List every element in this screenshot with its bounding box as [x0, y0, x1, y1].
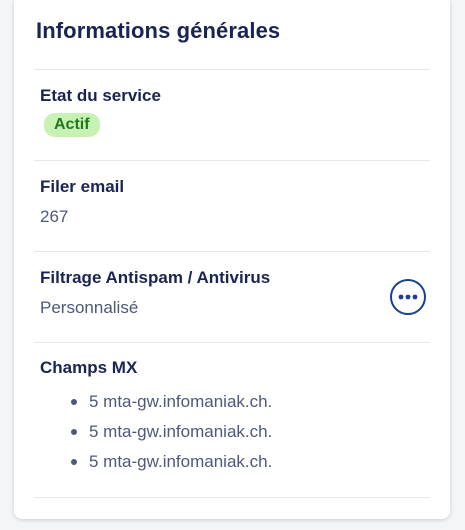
service-state-label: Etat du service [40, 86, 161, 105]
bullet-icon [71, 429, 77, 435]
mx-record-item: 5 mta-gw.infomaniak.ch. [68, 387, 430, 417]
mx-records-list: 5 mta-gw.infomaniak.ch. 5 mta-gw.infoman… [40, 387, 430, 477]
bullet-icon [71, 459, 77, 465]
filer-email-section: Filer email 267 [40, 176, 430, 228]
mx-record-text: 5 mta-gw.infomaniak.ch. [89, 422, 273, 441]
mx-record-text: 5 mta-gw.infomaniak.ch. [89, 392, 273, 411]
filer-email-label: Filer email [40, 177, 125, 196]
status-badge: Actif [44, 113, 100, 137]
mx-record-item: 5 mta-gw.infomaniak.ch. [68, 417, 430, 447]
mx-label: Champs MX [40, 358, 138, 377]
filer-email-value: 267 [40, 207, 69, 226]
antispam-value: Personnalisé [40, 298, 139, 317]
more-horizontal-icon [398, 294, 418, 300]
divider [34, 69, 430, 70]
antispam-label: Filtrage Antispam / Antivirus [40, 268, 271, 287]
mx-record-text: 5 mta-gw.infomaniak.ch. [89, 452, 273, 471]
general-info-card: Informations générales Etat du service A… [14, 0, 450, 519]
antispam-more-button[interactable] [390, 279, 426, 315]
divider [34, 160, 430, 161]
divider [34, 342, 430, 343]
antispam-section: Filtrage Antispam / Antivirus Personnali… [40, 267, 430, 319]
bullet-icon [71, 399, 77, 405]
mx-record-item: 5 mta-gw.infomaniak.ch. [68, 447, 430, 477]
service-state-section: Etat du service Actif [40, 85, 430, 137]
divider [34, 251, 430, 252]
mx-section: Champs MX 5 mta-gw.infomaniak.ch. 5 mta-… [40, 357, 430, 477]
card-title: Informations générales [36, 18, 281, 43]
divider [34, 497, 430, 498]
